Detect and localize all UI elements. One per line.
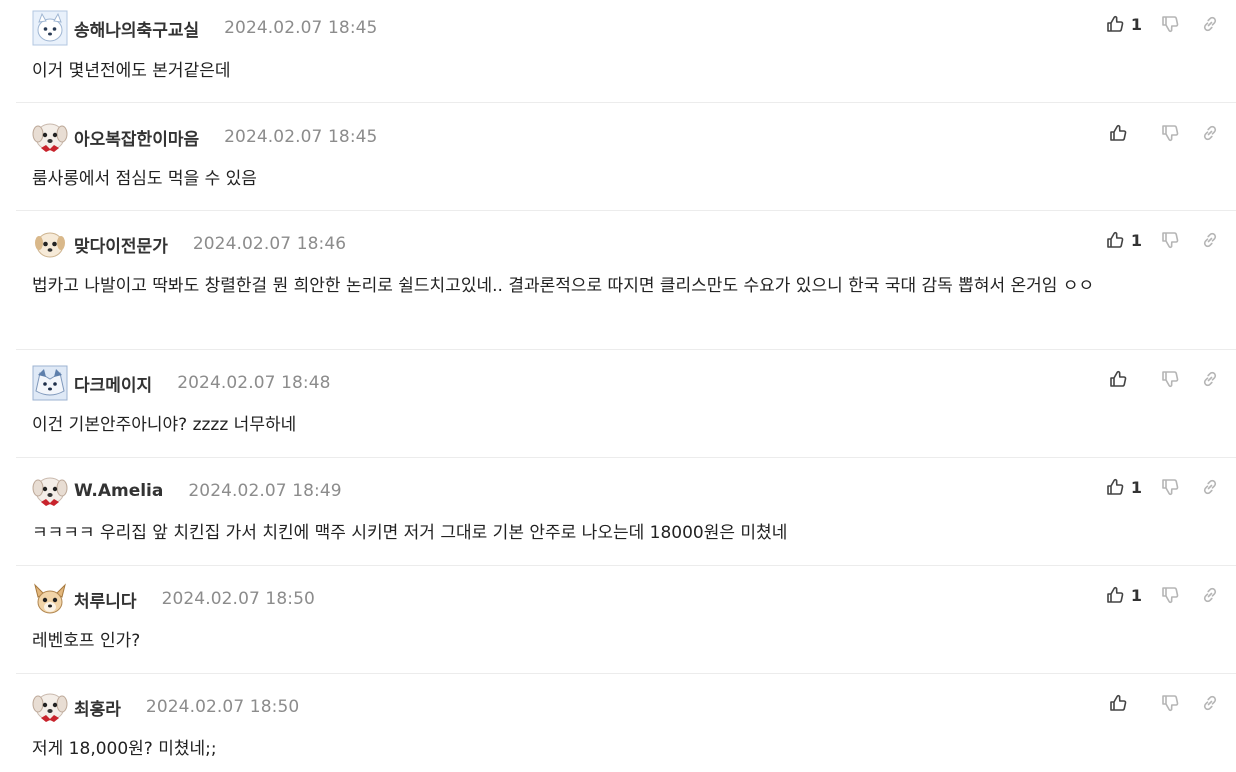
upvote-count: 1 [1130,477,1142,497]
link-icon [1200,14,1220,34]
comment-body: 저게 18,000원? 미쳤네;; [32,739,217,759]
comment-body: ㅋㅋㅋㅋ 우리집 앞 치킨집 가서 치킨에 맥주 시키면 저거 그대로 기본 안… [32,523,788,543]
thumbs-up-icon [1108,369,1128,389]
thumbs-up-icon [1105,585,1125,605]
white-dog-red-bow-avatar[interactable] [32,689,68,725]
thumbs-up-icon [1108,123,1128,143]
copy-link-button[interactable] [1200,228,1220,252]
thumbs-up-icon [1105,14,1125,34]
comment-header: W.Amelia 2024.02.07 18:49 [32,473,342,509]
comment-date: 2024.02.07 18:48 [177,373,331,393]
comment-list: 송해나의축구교실 2024.02.07 18:45 1 이거 몇년전에도 본거같… [16,0,1236,772]
upvote-button[interactable]: 1 [1105,12,1142,36]
downvote-button[interactable] [1160,583,1180,607]
link-icon [1200,123,1220,143]
upvote-count: 1 [1130,14,1142,34]
downvote-button[interactable] [1160,121,1180,145]
comment-item: 다크메이지 2024.02.07 18:48 이건 기본안주아니야? zzzz … [16,350,1236,458]
comment-date: 2024.02.07 18:49 [188,481,342,501]
comment-body: 법카고 나발이고 딱봐도 창렬한걸 뭔 희안한 논리로 쉴드치고있네.. 결과론… [32,276,1095,296]
comment-header: 송해나의축구교실 2024.02.07 18:45 [32,10,377,46]
comment-item: 송해나의축구교실 2024.02.07 18:45 1 이거 몇년전에도 본거같… [16,0,1236,103]
downvote-button[interactable] [1160,367,1180,391]
upvote-count: 1 [1130,585,1142,605]
comment-item: 처루니다 2024.02.07 18:50 1 레벤호프 인가? [16,566,1236,674]
comment-item: 최홍라 2024.02.07 18:50 저게 18,000원? 미쳤네;; [16,674,1236,772]
comment-header: 다크메이지 2024.02.07 18:48 [32,365,331,401]
comment-actions: 1 [1105,583,1220,607]
thumbs-up-icon [1108,693,1128,713]
downvote-button[interactable] [1160,475,1180,499]
comment-body: 룸사롱에서 점심도 먹을 수 있음 [32,169,257,189]
comment-actions [1108,691,1220,715]
comment-actions: 1 [1105,475,1220,499]
comment-nickname[interactable]: W.Amelia [74,481,163,501]
copy-link-button[interactable] [1200,475,1220,499]
comment-nickname[interactable]: 송해나의축구교실 [74,16,199,41]
upvote-button[interactable] [1108,367,1142,391]
link-icon [1200,369,1220,389]
thumbs-up-icon [1105,230,1125,250]
copy-link-button[interactable] [1200,367,1220,391]
white-dog-red-bow-avatar[interactable] [32,473,68,509]
thumbs-down-icon [1160,585,1180,605]
thumbs-down-icon [1160,369,1180,389]
thumbs-down-icon [1160,14,1180,34]
comment-item: W.Amelia 2024.02.07 18:49 1 ㅋㅋㅋㅋ 우리집 앞 치… [16,458,1236,566]
thumbs-down-icon [1160,123,1180,143]
comment-header: 처루니다 2024.02.07 18:50 [32,581,315,617]
comment-header: 아오복잡한이마음 2024.02.07 18:45 [32,119,377,155]
thumbs-up-icon [1105,477,1125,497]
puppy-face-avatar[interactable] [32,226,68,262]
copy-link-button[interactable] [1200,691,1220,715]
white-dog-red-bow-avatar[interactable] [32,119,68,155]
comment-nickname[interactable]: 아오복잡한이마음 [74,125,199,150]
comment-item: 아오복잡한이마음 2024.02.07 18:45 룸사롱에서 점심도 먹을 수… [16,103,1236,211]
upvote-button[interactable] [1108,691,1142,715]
blue-animal-avatar[interactable] [32,365,68,401]
comment-body: 레벤호프 인가? [32,631,141,651]
comment-nickname[interactable]: 최홍라 [74,695,121,720]
link-icon [1200,230,1220,250]
comment-date: 2024.02.07 18:50 [145,697,300,717]
comment-body: 이거 몇년전에도 본거같은데 [32,61,231,81]
comment-item: 맞다이전문가 2024.02.07 18:46 1 법카고 나발이고 딱봐도 창… [16,211,1236,350]
upvote-button[interactable]: 1 [1105,583,1142,607]
link-icon [1200,477,1220,497]
thumbs-down-icon [1160,477,1180,497]
comment-actions: 1 [1105,12,1220,36]
thumbs-down-icon [1160,693,1180,713]
downvote-button[interactable] [1160,12,1180,36]
comment-actions: 1 [1105,228,1220,252]
upvote-button[interactable] [1108,121,1142,145]
link-icon [1200,585,1220,605]
downvote-button[interactable] [1160,691,1180,715]
copy-link-button[interactable] [1200,121,1220,145]
upvote-count: 1 [1130,230,1142,250]
thumbs-down-icon [1160,230,1180,250]
comment-date: 2024.02.07 18:46 [192,234,347,254]
upvote-button[interactable]: 1 [1105,475,1142,499]
comment-nickname[interactable]: 맞다이전문가 [74,232,168,257]
comment-header: 최홍라 2024.02.07 18:50 [32,689,299,725]
chihuahua-avatar[interactable] [32,581,68,617]
comment-actions [1108,121,1220,145]
downvote-button[interactable] [1160,228,1180,252]
comment-date: 2024.02.07 18:45 [224,127,378,147]
comment-actions [1108,367,1220,391]
upvote-button[interactable]: 1 [1105,228,1142,252]
comment-header: 맞다이전문가 2024.02.07 18:46 [32,226,346,262]
comment-body: 이건 기본안주아니야? zzzz 너무하네 [32,415,297,435]
copy-link-button[interactable] [1200,12,1220,36]
comment-date: 2024.02.07 18:45 [224,18,378,38]
comment-nickname[interactable]: 다크메이지 [74,371,152,396]
white-animal-avatar[interactable] [32,10,68,46]
comment-date: 2024.02.07 18:50 [161,589,315,609]
comment-nickname[interactable]: 처루니다 [74,587,137,612]
link-icon [1200,693,1220,713]
copy-link-button[interactable] [1200,583,1220,607]
